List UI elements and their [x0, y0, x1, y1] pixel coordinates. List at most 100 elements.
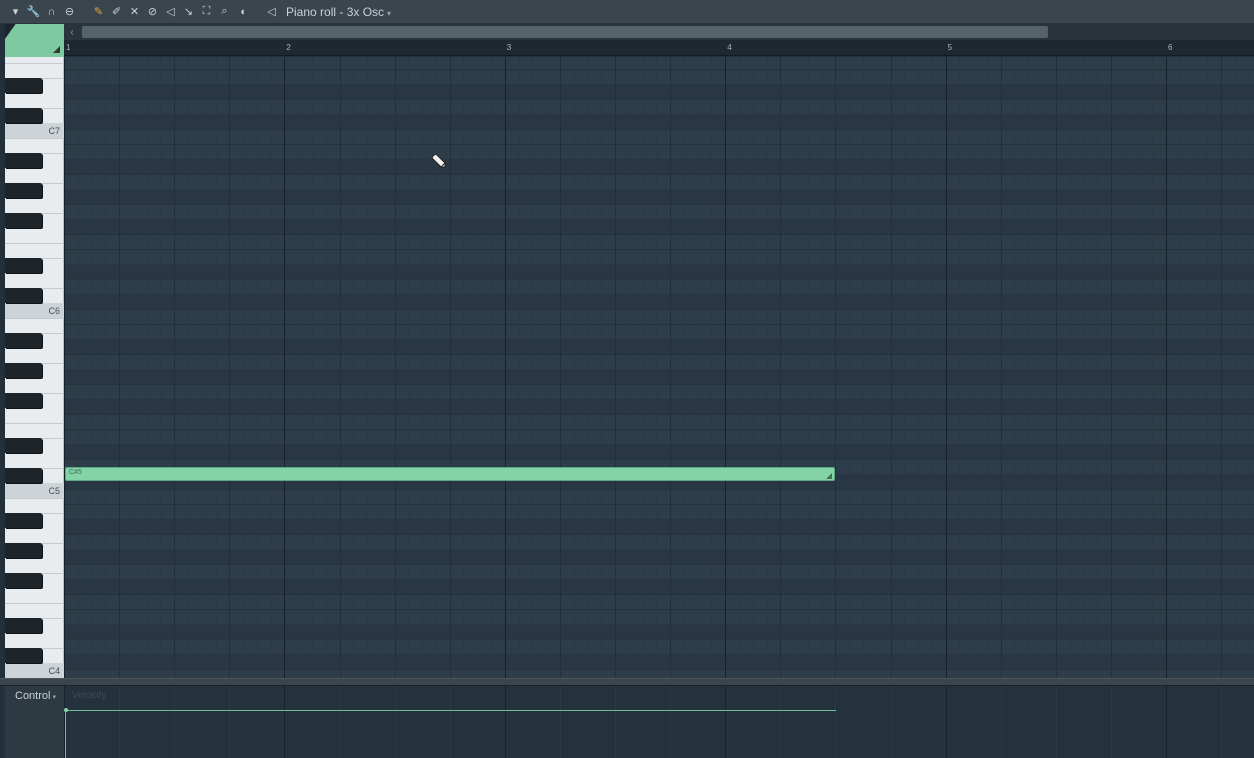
select-icon[interactable]: ⛶ — [199, 4, 214, 19]
scroll-left-icon[interactable]: ‹ — [64, 24, 80, 40]
timeline-ruler[interactable]: 1 2 3 4 5 6 — [64, 40, 1254, 56]
grid-column-line — [752, 57, 754, 678]
event-editor[interactable] — [64, 686, 1254, 758]
black-key[interactable] — [5, 213, 42, 228]
grid-column-line — [132, 57, 134, 678]
control-column-line — [780, 686, 782, 758]
ruler-bar-4: 4 — [727, 43, 732, 52]
grid-column-line — [64, 57, 65, 678]
black-key[interactable] — [5, 153, 42, 168]
grid-column-line — [77, 57, 79, 678]
title-dropdown-icon[interactable]: ▾ — [387, 9, 391, 18]
grid-column-line — [146, 57, 148, 678]
grid-column-line — [821, 57, 823, 678]
grid-column-line — [119, 57, 121, 678]
black-key[interactable] — [5, 258, 42, 273]
control-column-line — [119, 686, 121, 758]
grid-column-line — [1234, 57, 1236, 678]
grid-column-line — [1124, 57, 1126, 678]
snap-corner[interactable] — [5, 24, 64, 57]
ruler-bar-5: 5 — [947, 43, 953, 52]
magnet-icon[interactable]: ∩ — [44, 4, 59, 19]
speaker-icon[interactable]: ◁ — [264, 4, 279, 19]
toolbar: ▾ 🔧 ∩ ⊖ ✎ ✐ ✕ ⊘ ◁ ↘ ⛶ ⌕ ◖ ◁ Piano roll -… — [0, 0, 1254, 24]
grid-column-line — [986, 57, 988, 678]
grid-column-line — [1097, 57, 1099, 678]
grid-column-line — [298, 57, 300, 678]
horizontal-scrollbar[interactable]: ‹ — [64, 24, 1254, 40]
black-key[interactable] — [5, 288, 42, 303]
delete-tool-icon[interactable]: ✕ — [127, 4, 142, 19]
note-label: C#5 — [69, 469, 82, 476]
corner-triangle-icon — [53, 46, 60, 53]
grid-column-line — [1110, 57, 1112, 678]
playback-icon[interactable]: ◖ — [235, 4, 250, 19]
slice-icon[interactable]: ↘ — [181, 4, 196, 19]
piano-keyboard[interactable]: C7 C6 C5 C4 — [5, 57, 64, 679]
mute-tool-icon[interactable]: ⊘ — [145, 4, 160, 19]
wrench-icon[interactable]: 🔧 — [26, 4, 41, 19]
velocity-handle[interactable] — [64, 708, 68, 712]
grid-column-line — [876, 57, 878, 678]
black-key[interactable] — [5, 513, 42, 528]
grid-column-line — [1179, 57, 1181, 678]
black-key[interactable] — [5, 183, 42, 198]
mute-tool-2-icon[interactable]: ◁ — [163, 4, 178, 19]
grid-column-line — [367, 57, 369, 678]
grid-column-line — [1166, 57, 1167, 678]
grid-column-line — [642, 57, 644, 678]
grid-column-line — [380, 57, 382, 678]
control-dropdown-icon[interactable]: ▾ — [52, 694, 56, 701]
grid-column-line — [587, 57, 589, 678]
black-key[interactable] — [5, 468, 42, 483]
note-grid[interactable]: C#5 — [64, 57, 1254, 678]
zoom-icon[interactable]: ⌕ — [217, 4, 232, 19]
grid-column-line — [160, 57, 162, 678]
black-key[interactable] — [5, 363, 42, 378]
note-resize-handle[interactable] — [826, 473, 832, 479]
black-key[interactable] — [5, 333, 42, 348]
grid-column-line — [573, 57, 575, 678]
grid-column-line — [1028, 57, 1030, 678]
black-key[interactable] — [5, 648, 42, 663]
piano-roll-window: ▾ 🔧 ∩ ⊖ ✎ ✐ ✕ ⊘ ◁ ↘ ⛶ ⌕ ◖ ◁ Piano roll -… — [0, 0, 1254, 758]
black-key[interactable] — [5, 108, 42, 123]
grid-column-line — [904, 57, 906, 678]
control-label[interactable]: Control ▾ — [15, 690, 56, 702]
grid-column-line — [1207, 57, 1209, 678]
grid-column-line — [270, 57, 272, 678]
white-key-edge — [5, 243, 64, 244]
white-key-edge — [5, 603, 64, 604]
window-title-text: Piano roll - 3x Osc — [286, 4, 385, 19]
paint-brush-icon[interactable]: ✐ — [109, 4, 124, 19]
black-key[interactable] — [5, 393, 42, 408]
stamp-icon[interactable]: ⊖ — [62, 4, 77, 19]
control-selector[interactable]: Control ▾ — [5, 686, 64, 758]
scrollbar-thumb[interactable] — [82, 26, 1048, 38]
window-title[interactable]: Piano roll - 3x Osc ▾ — [286, 5, 391, 19]
grid-column-line — [559, 57, 561, 678]
grid-column-line — [491, 57, 493, 678]
panel-splitter[interactable] — [0, 678, 1254, 686]
pencil-icon[interactable]: ✎ — [91, 4, 106, 19]
grid-column-line — [849, 57, 851, 678]
control-column-line — [1221, 686, 1223, 758]
black-key[interactable] — [5, 78, 42, 93]
grid-column-line — [201, 57, 203, 678]
grid-column-line — [628, 57, 630, 678]
black-key[interactable] — [5, 573, 42, 588]
black-key[interactable] — [5, 543, 42, 558]
grid-column-line — [408, 57, 410, 678]
control-column-line — [504, 686, 506, 758]
control-column-line — [559, 686, 561, 758]
menu-arrow-icon[interactable]: ▾ — [8, 4, 23, 19]
note-c5[interactable]: C#5 — [65, 467, 835, 481]
control-column-line — [284, 686, 286, 758]
black-key[interactable] — [5, 618, 42, 633]
grid-column-line — [325, 57, 327, 678]
control-column-line — [174, 686, 176, 758]
grid-column-line — [91, 57, 93, 678]
velocity-level[interactable] — [66, 710, 836, 711]
grid-column-line — [1193, 57, 1195, 678]
black-key[interactable] — [5, 438, 42, 453]
